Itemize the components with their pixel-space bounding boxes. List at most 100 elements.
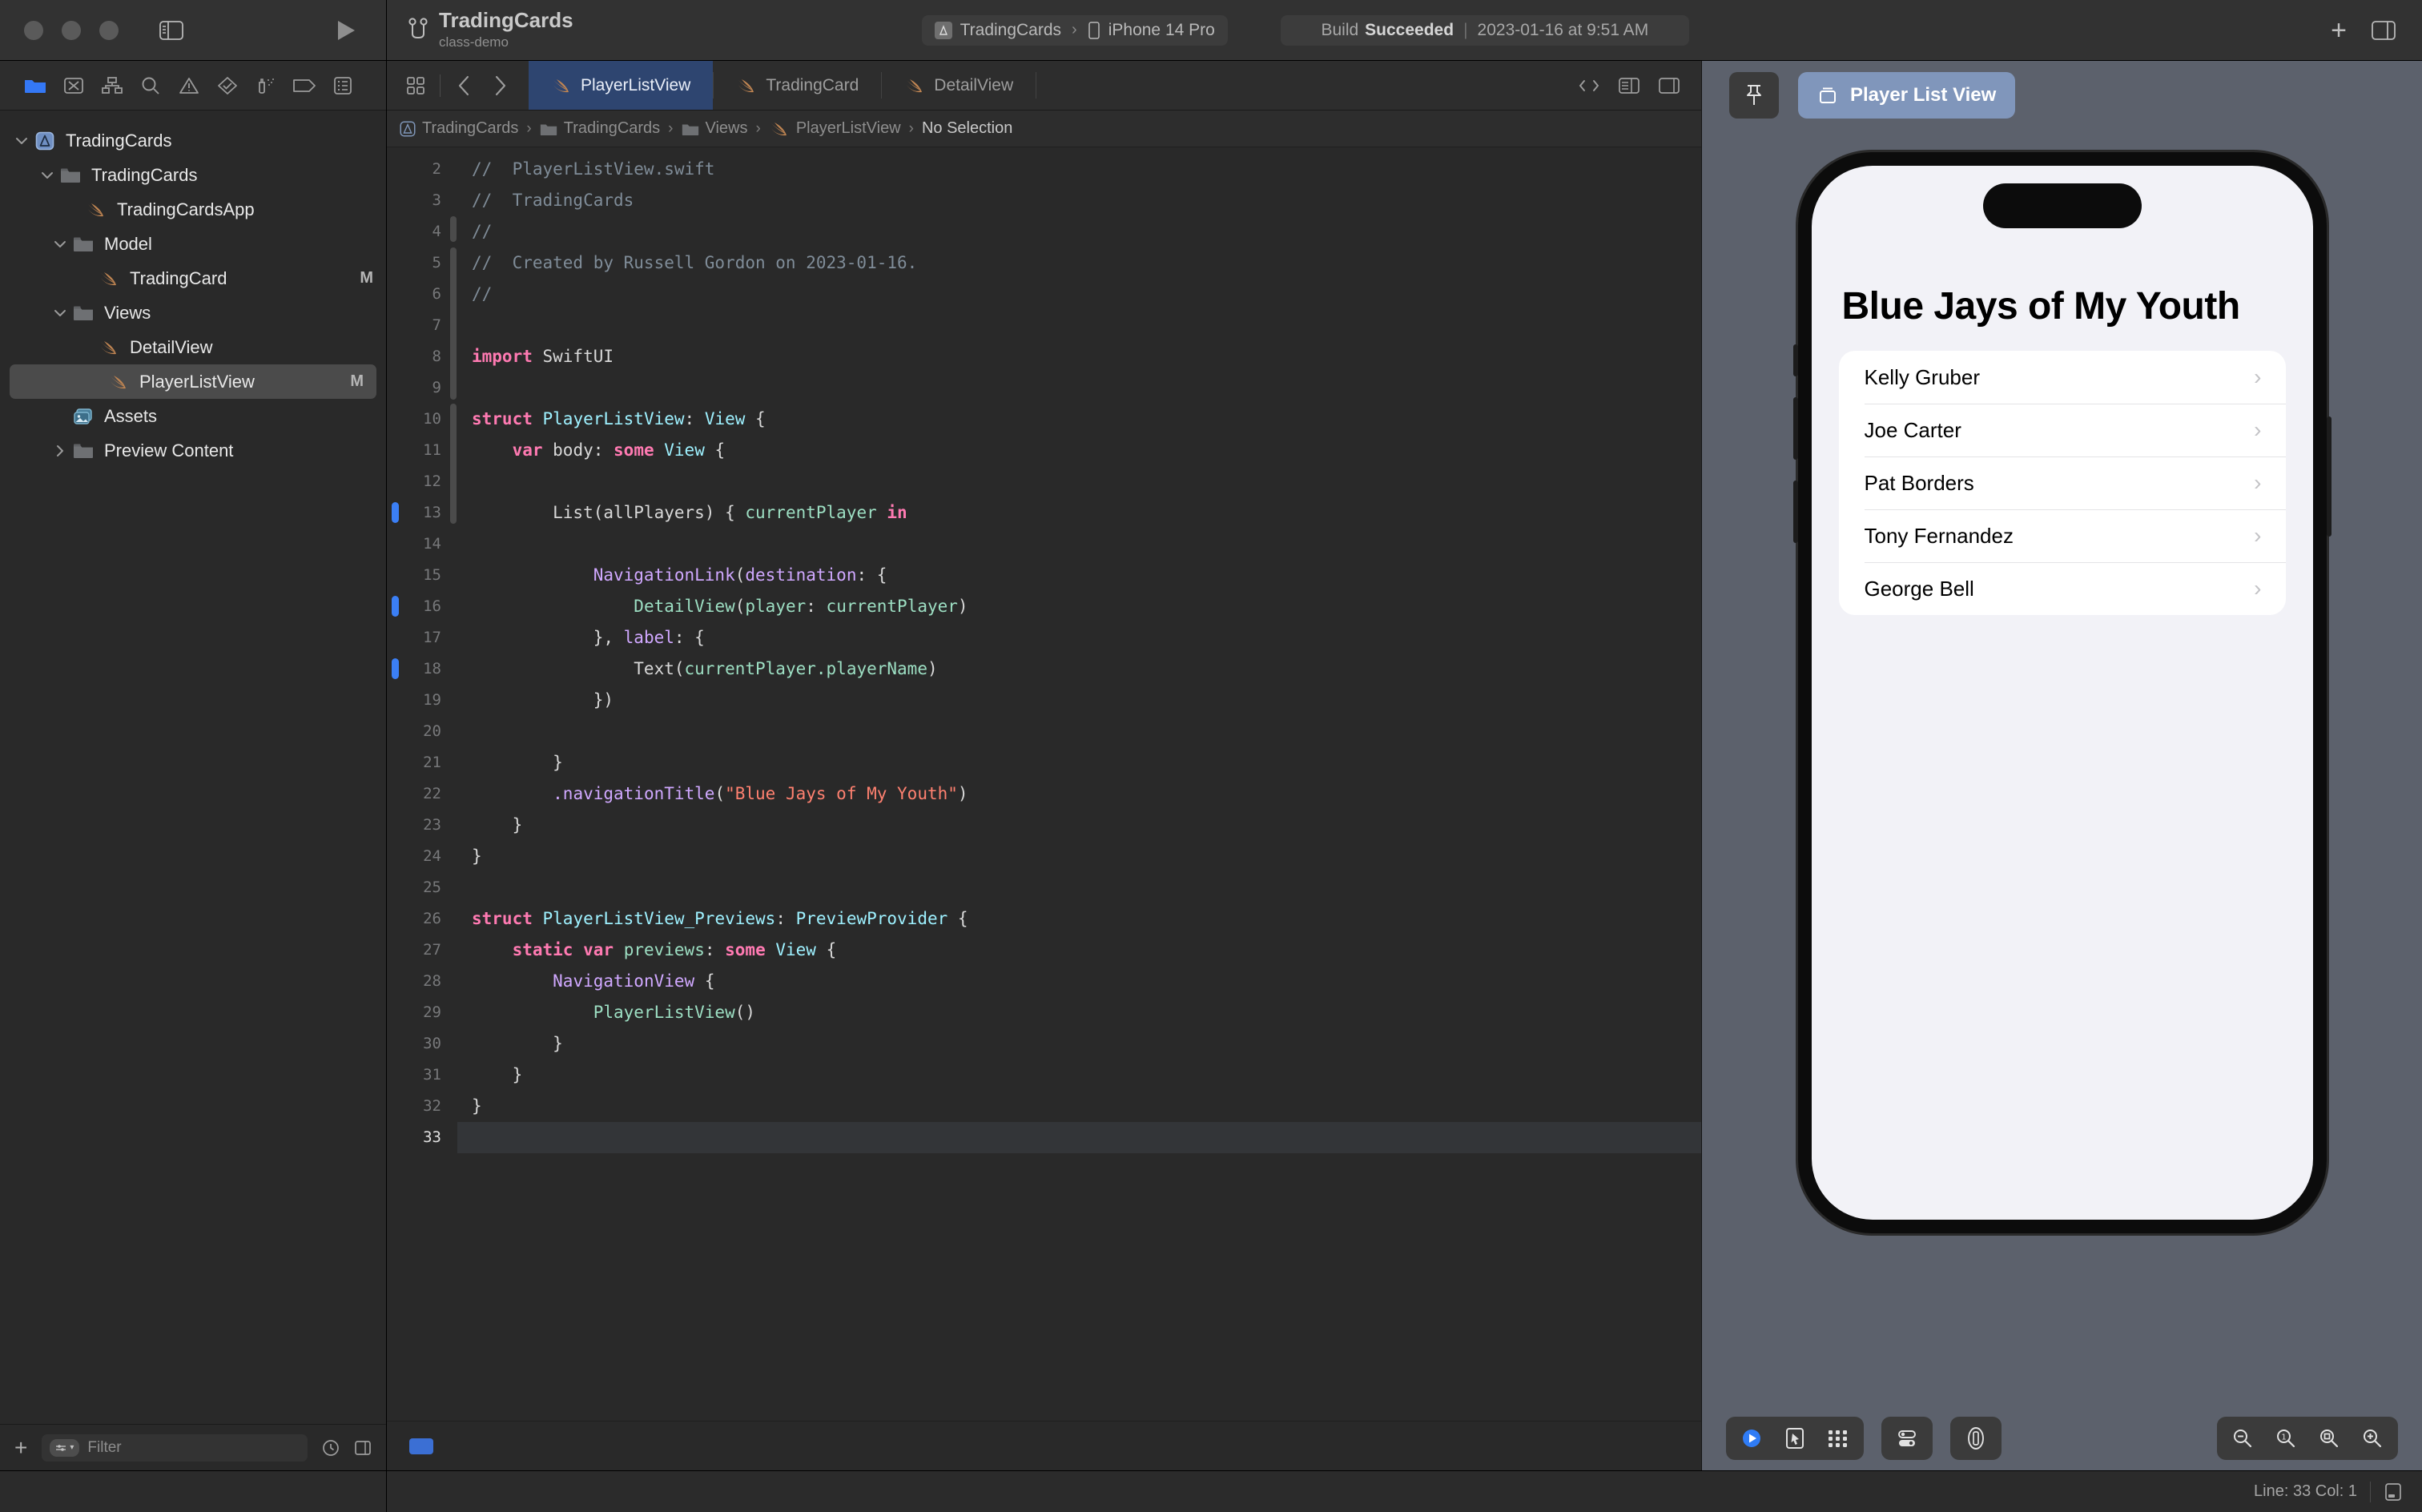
file-tree-row[interactable]: Views	[0, 296, 386, 330]
line-number-gutter[interactable]: 2 3 4 5 6 7 8 9 10 11 12 13 14 15 16 17 18 19 20 21 22 23 24 25…	[387, 147, 449, 1421]
line-number[interactable]: 25	[387, 872, 449, 903]
player-list-row[interactable]: George Bell ›	[1839, 562, 2286, 615]
code-line[interactable]: NavigationView {	[472, 966, 1701, 997]
line-number[interactable]: 9	[387, 372, 449, 404]
code-review-icon[interactable]	[1571, 68, 1607, 103]
breakpoint-marker[interactable]	[392, 596, 399, 617]
inspector-toggle-icon[interactable]	[2366, 13, 2401, 48]
debug-navigator-tab[interactable]	[247, 66, 285, 105]
code-line[interactable]: struct PlayerListView: View {	[472, 404, 1701, 435]
breakpoint-marker[interactable]	[392, 502, 399, 523]
code-line[interactable]: })	[472, 685, 1701, 716]
code-line[interactable]: List(allPlayers) { currentPlayer in	[472, 497, 1701, 529]
selectable-preview-icon[interactable]	[1774, 1420, 1816, 1457]
filter-input-wrapper[interactable]: ▾ Filter	[42, 1434, 308, 1462]
line-number[interactable]: 30	[387, 1028, 449, 1060]
file-tree-row[interactable]: PlayerListView M	[10, 364, 376, 399]
line-number[interactable]: 27	[387, 935, 449, 966]
line-number[interactable]: 3	[387, 185, 449, 216]
pin-icon[interactable]	[1729, 72, 1779, 119]
line-number[interactable]: 21	[387, 747, 449, 778]
close-button[interactable]	[24, 20, 43, 40]
breadcrumb-item[interactable]: TradingCards	[540, 119, 660, 138]
line-number[interactable]: 19	[387, 685, 449, 716]
file-tree-row[interactable]: TradingCards	[0, 123, 386, 158]
line-number[interactable]: 14	[387, 529, 449, 560]
zoom-in-icon[interactable]	[2352, 1420, 2393, 1457]
breakpoint-navigator-tab[interactable]	[285, 66, 324, 105]
code-line[interactable]: .navigationTitle("Blue Jays of My Youth"…	[472, 778, 1701, 810]
zoom-button[interactable]	[99, 20, 119, 40]
report-navigator-tab[interactable]	[324, 66, 362, 105]
breadcrumb-item[interactable]: TradingCards	[400, 119, 518, 138]
code-line[interactable]	[472, 716, 1701, 747]
sidebar-toggle-icon[interactable]	[154, 13, 189, 48]
code-line[interactable]: // PlayerListView.swift	[472, 154, 1701, 185]
code-line[interactable]	[472, 529, 1701, 560]
filter-input[interactable]: Filter	[87, 1439, 121, 1457]
breadcrumb-item[interactable]: Views	[682, 119, 748, 138]
project-file-tree[interactable]: TradingCards TradingCards TradingCardsApp M…	[0, 111, 386, 1424]
line-number[interactable]: 33	[387, 1122, 449, 1153]
line-number[interactable]: 22	[387, 778, 449, 810]
editor-tab-playerlistview[interactable]: PlayerListView	[529, 61, 714, 110]
plus-icon[interactable]: +	[2331, 17, 2347, 44]
device-orientation-icon[interactable]	[1955, 1420, 1997, 1457]
canvas-stage[interactable]: Blue Jays of My Youth Kelly Gruber › Joe C…	[1702, 130, 2422, 1406]
file-tree-row[interactable]: TradingCardsApp	[0, 192, 386, 227]
code-line[interactable]: }	[472, 810, 1701, 841]
code-line[interactable]: DetailView(player: currentPlayer)	[472, 591, 1701, 622]
add-editor-icon[interactable]	[1652, 68, 1687, 103]
editor-tab-tradingcard[interactable]: TradingCard	[714, 61, 881, 110]
code-fold-ribbon[interactable]	[449, 147, 457, 1421]
project-identity[interactable]: TradingCards class-demo	[408, 9, 573, 50]
code-line[interactable]: //	[472, 279, 1701, 310]
code-line[interactable]: // Created by Russell Gordon on 2023-01-…	[472, 247, 1701, 279]
code-line[interactable]: static var previews: some View {	[472, 935, 1701, 966]
player-list-row[interactable]: Pat Borders ›	[1839, 456, 2286, 509]
clock-icon[interactable]	[322, 1439, 340, 1457]
project-navigator-tab[interactable]	[16, 66, 54, 105]
line-number[interactable]: 17	[387, 622, 449, 653]
code-line[interactable]	[472, 872, 1701, 903]
build-status-banner[interactable]: Build Succeeded | 2023-01-16 at 9:51 AM	[1280, 14, 1689, 46]
minimize-button[interactable]	[62, 20, 81, 40]
live-preview-icon[interactable]	[1731, 1420, 1772, 1457]
zoom-out-icon[interactable]	[2222, 1420, 2263, 1457]
line-number[interactable]: 5	[387, 247, 449, 279]
code-line[interactable]: //	[472, 216, 1701, 247]
file-tree-row[interactable]: Preview Content	[0, 433, 386, 468]
line-number[interactable]: 24	[387, 841, 449, 872]
line-number[interactable]: 26	[387, 903, 449, 935]
code-line[interactable]: }	[472, 1028, 1701, 1060]
breadcrumb-item[interactable]: PlayerListView	[769, 119, 901, 138]
code-line[interactable]: import SwiftUI	[472, 341, 1701, 372]
file-tree-row[interactable]: Assets	[0, 399, 386, 433]
zoom-actual-size-icon[interactable]: 1	[2265, 1420, 2307, 1457]
code-line[interactable]	[457, 1122, 1701, 1153]
player-list-row[interactable]: Joe Carter ›	[1839, 404, 2286, 456]
chevron-down-icon[interactable]	[37, 168, 58, 183]
editor-tabs[interactable]: PlayerListView TradingCard DetailView	[529, 61, 1037, 110]
line-number[interactable]: 20	[387, 716, 449, 747]
file-tree-row[interactable]: Model	[0, 227, 386, 261]
status-filter-icon[interactable]	[354, 1439, 372, 1457]
chevron-down-icon[interactable]	[11, 134, 32, 148]
file-tree-row[interactable]: TradingCard M	[0, 261, 386, 296]
line-number[interactable]: 7	[387, 310, 449, 341]
preview-screen[interactable]: Blue Jays of My Youth Kelly Gruber › Joe C…	[1811, 166, 2313, 1220]
line-number[interactable]: 12	[387, 466, 449, 497]
line-number[interactable]: 32	[387, 1091, 449, 1122]
line-number[interactable]: 6	[387, 279, 449, 310]
code-line[interactable]	[472, 310, 1701, 341]
player-list-row[interactable]: Kelly Gruber ›	[1839, 351, 2286, 404]
preview-selector-chip[interactable]: Player List View	[1798, 72, 2016, 119]
editor-tab-detailview[interactable]: DetailView	[882, 61, 1036, 110]
code-line[interactable]: }, label: {	[472, 622, 1701, 653]
line-number[interactable]: 31	[387, 1060, 449, 1091]
chevron-right-icon[interactable]	[50, 444, 70, 458]
file-tree-row[interactable]: DetailView	[0, 330, 386, 364]
issue-navigator-tab[interactable]	[170, 66, 208, 105]
run-triangle-icon[interactable]	[328, 13, 364, 48]
zoom-to-fit-icon[interactable]	[2308, 1420, 2350, 1457]
